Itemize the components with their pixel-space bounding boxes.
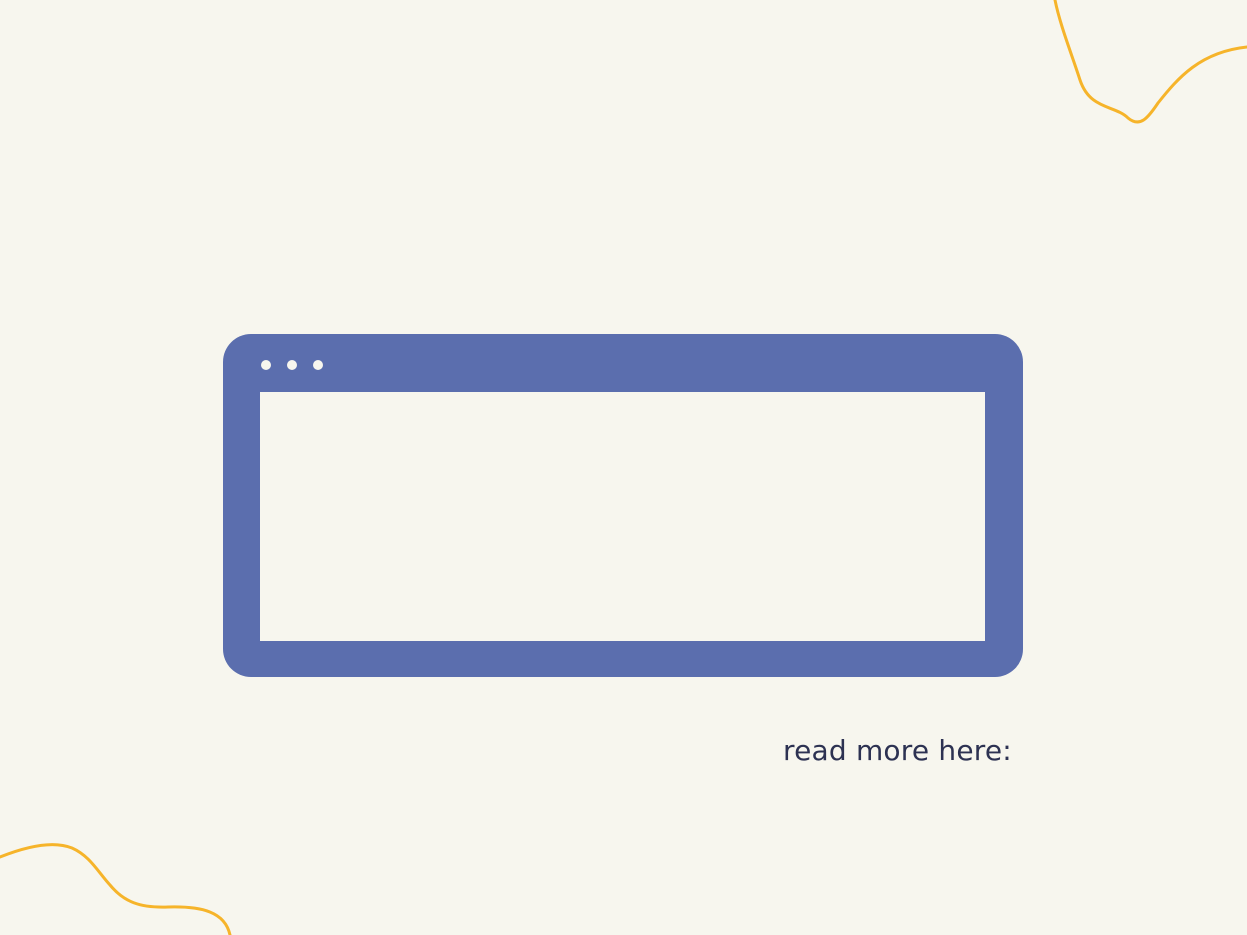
window-dot-icon bbox=[313, 360, 323, 370]
window-controls bbox=[261, 360, 323, 370]
window-dot-icon bbox=[287, 360, 297, 370]
read-more-caption: read more here: bbox=[783, 734, 1012, 767]
window-dot-icon bbox=[261, 360, 271, 370]
browser-viewport bbox=[260, 392, 985, 641]
browser-window-mockup bbox=[223, 334, 1023, 677]
